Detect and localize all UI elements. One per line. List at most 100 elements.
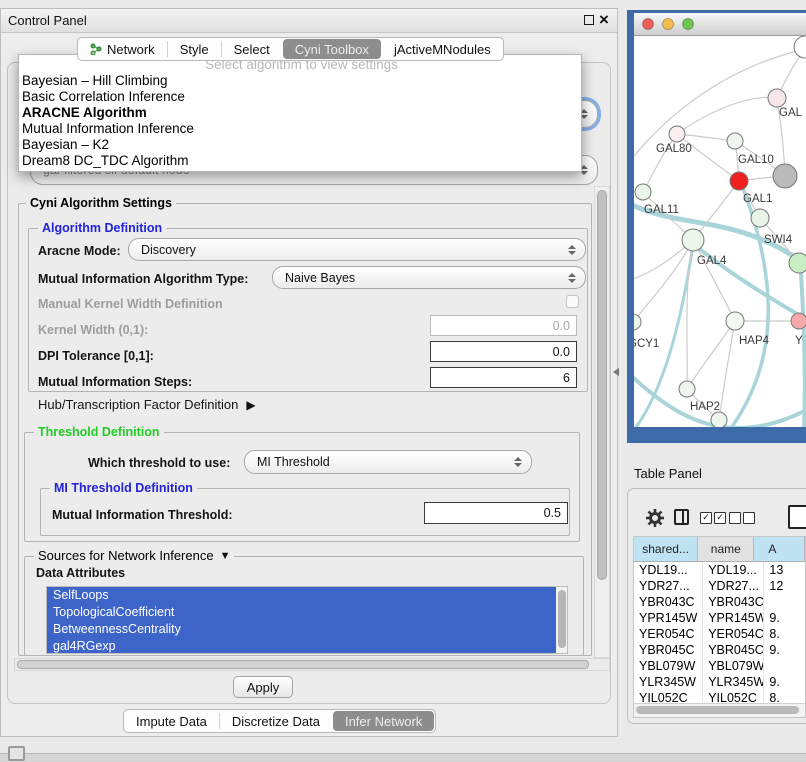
new-table-icon[interactable] xyxy=(788,505,806,529)
combo-stepper-icon xyxy=(568,245,576,255)
cell-value: 13 xyxy=(764,562,805,578)
node[interactable] xyxy=(789,253,806,273)
table-row[interactable]: YBR045C YBR045C 9. xyxy=(634,642,805,658)
mac-minimize-button[interactable] xyxy=(663,19,674,30)
tab-cyni-toolbox[interactable]: Cyni Toolbox xyxy=(283,39,381,59)
cell-shared-name: YDR27... xyxy=(634,578,703,594)
table-row[interactable]: YPR145W YPR145W 9. xyxy=(634,610,805,626)
dpi-tolerance-field[interactable]: 0.0 xyxy=(430,341,577,362)
tab-select[interactable]: Select xyxy=(222,39,282,59)
popup-item-mutual-information[interactable]: Mutual Information Inference xyxy=(19,121,581,137)
apply-button[interactable]: Apply xyxy=(233,676,293,698)
table-row[interactable]: YLR345W YLR345W 9. xyxy=(634,674,805,690)
combo-stepper-icon xyxy=(568,273,576,283)
cell-shared-name: YBR043C xyxy=(634,594,703,610)
node[interactable] xyxy=(773,164,797,188)
mi-threshold-field[interactable]: 0.5 xyxy=(424,502,568,524)
float-icon[interactable] xyxy=(584,15,594,25)
settings-vscrollbar-thumb[interactable] xyxy=(597,190,607,580)
popup-item-bayesian-k2[interactable]: Bayesian – K2 xyxy=(19,137,581,153)
bottom-left-mini-button[interactable] xyxy=(8,746,25,761)
node-gal1[interactable] xyxy=(730,172,748,190)
kernel-width-label: Kernel Width (0,1): xyxy=(38,323,148,337)
which-threshold-label: Which threshold to use: xyxy=(88,456,230,470)
tab-network[interactable]: Network xyxy=(78,39,167,59)
list-item-betweennesscentrality[interactable]: BetweennessCentrality xyxy=(47,621,563,638)
node-label: GAL80 xyxy=(656,143,692,155)
table-row[interactable]: YBL079W YBL079W xyxy=(634,658,805,674)
kernel-width-field[interactable]: 0.0 xyxy=(430,315,577,336)
settings-hscrollbar-thumb[interactable] xyxy=(17,660,589,669)
cell-name: YPR145W xyxy=(703,610,764,626)
node-gal10[interactable] xyxy=(727,133,743,149)
network-node-labels: GAL GAL80 GAL10 GAL1 GAL11 SWI4 GAL4 GCY… xyxy=(634,107,803,413)
close-icon[interactable]: × xyxy=(599,10,609,30)
hub-definition-toggle[interactable]: Hub/Transcription Factor Definition ▶ xyxy=(38,397,256,412)
cell-name: YLR345W xyxy=(703,674,764,690)
column-header-clipped[interactable]: A xyxy=(754,537,805,562)
node-swi4[interactable] xyxy=(751,209,769,227)
table-hscrollbar-track[interactable] xyxy=(634,703,806,717)
table-row[interactable]: YDR27... YDR27... 12 xyxy=(634,578,805,594)
list-item-gal4rgexp[interactable]: gal4RGexp xyxy=(47,638,563,654)
table-row[interactable]: YDL19... YDL19... 13 xyxy=(634,562,805,578)
network-nodes xyxy=(634,36,806,427)
columns-icon[interactable] xyxy=(674,509,689,525)
cell-shared-name: YBR045C xyxy=(634,642,703,658)
mi-steps-field[interactable]: 6 xyxy=(430,367,577,388)
tab-impute-data[interactable]: Impute Data xyxy=(124,711,219,731)
tab-style[interactable]: Style xyxy=(168,39,221,59)
list-scrollbar-thumb[interactable] xyxy=(558,590,566,648)
cyni-settings-title: Cyni Algorithm Settings xyxy=(26,196,176,210)
cell-name: YBR043C xyxy=(703,594,764,610)
mac-zoom-button[interactable] xyxy=(683,19,694,30)
select-all-checkboxes-icon[interactable]: ✓ ✓ xyxy=(700,512,726,524)
network-graph: GAL GAL80 GAL10 GAL1 GAL11 SWI4 GAL4 GCY… xyxy=(634,36,806,427)
network-canvas[interactable]: GAL GAL80 GAL10 GAL1 GAL11 SWI4 GAL4 GCY… xyxy=(634,36,806,427)
list-item-selfloops[interactable]: SelfLoops xyxy=(47,587,563,604)
node[interactable] xyxy=(768,89,786,107)
cell-value xyxy=(764,594,805,610)
node-gal4[interactable] xyxy=(682,229,704,251)
deselect-all-checkboxes-icon[interactable] xyxy=(729,512,755,524)
node-hap2[interactable] xyxy=(679,381,695,397)
aracne-mode-combobox[interactable]: Discovery xyxy=(128,238,586,261)
dpi-tolerance-label: DPI Tolerance [0,1]: xyxy=(38,349,154,363)
node[interactable] xyxy=(791,313,806,329)
hub-definition-label: Hub/Transcription Factor Definition xyxy=(38,397,238,412)
node-gal80[interactable] xyxy=(669,126,685,142)
node-gal11[interactable] xyxy=(635,184,651,200)
node-label: GAL4 xyxy=(697,255,727,267)
sources-title-toggle[interactable]: Sources for Network Inference ▼ xyxy=(34,549,234,563)
popup-item-aracne[interactable]: ARACNE Algorithm xyxy=(19,105,581,121)
tab-discretize-data[interactable]: Discretize Data xyxy=(220,711,332,731)
cell-name: YBL079W xyxy=(703,658,764,674)
popup-item-basic-correlation[interactable]: Basic Correlation Inference xyxy=(19,89,581,105)
gear-icon[interactable] xyxy=(645,508,665,528)
table-row[interactable]: YBR043C YBR043C xyxy=(634,594,805,610)
node-gcy1[interactable] xyxy=(634,314,641,330)
screen: Control Panel × Network Style Select Cyn… xyxy=(0,0,806,762)
list-item-topologicalcoefficient[interactable]: TopologicalCoefficient xyxy=(47,604,563,621)
manual-kernel-checkbox[interactable] xyxy=(566,295,579,308)
mi-type-combobox[interactable]: Naive Bayes xyxy=(272,266,586,289)
checked-box-icon: ✓ xyxy=(700,512,712,524)
node-label: HAP2 xyxy=(690,401,720,413)
column-header-shared-name[interactable]: shared... xyxy=(634,537,698,562)
mac-close-button[interactable] xyxy=(643,19,654,30)
splitpane-collapse-arrow[interactable] xyxy=(613,368,619,376)
node-hap4[interactable] xyxy=(726,312,744,330)
tab-infer-network[interactable]: Infer Network xyxy=(333,711,434,731)
which-threshold-combobox[interactable]: MI Threshold xyxy=(244,450,532,474)
table-row[interactable]: YER054C YER054C 8. xyxy=(634,626,805,642)
table-row[interactable]: YIL052C YIL052C 8. xyxy=(634,690,805,703)
columns-icon-divider xyxy=(682,511,684,523)
table-hscrollbar-thumb[interactable] xyxy=(636,706,799,714)
node-label: SWI4 xyxy=(764,234,793,246)
popup-item-dream8[interactable]: Dream8 DC_TDC Algorithm xyxy=(19,153,581,169)
column-header-name[interactable]: name xyxy=(698,537,754,562)
node[interactable] xyxy=(794,36,806,58)
popup-item-bayesian-hill-climbing[interactable]: Bayesian – Hill Climbing xyxy=(19,73,581,89)
node[interactable] xyxy=(711,412,727,427)
tab-jactivemnodules[interactable]: jActiveMNodules xyxy=(382,39,503,59)
